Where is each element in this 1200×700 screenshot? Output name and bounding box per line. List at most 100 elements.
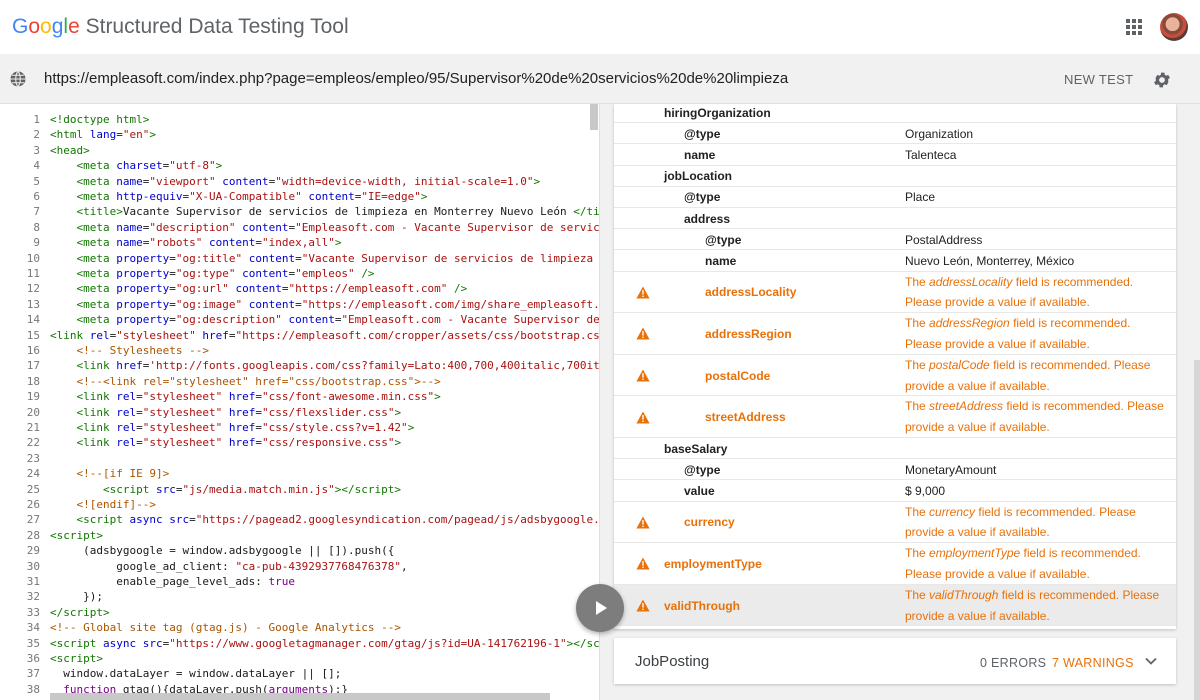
property-row[interactable]: @type MonetaryAmount: [614, 459, 1176, 481]
code-text: <![endif]-->: [76, 498, 156, 511]
property-key: name: [684, 147, 716, 162]
code-line: 15 <link rel="stylesheet" href="https://e…: [0, 328, 600, 343]
line-number: 24: [26, 467, 40, 481]
property-key: @type: [705, 232, 742, 247]
line-number: 12: [26, 282, 40, 296]
property-row[interactable]: name Nuevo León, Monterrey, México: [614, 250, 1176, 272]
warning-row[interactable]: streetAddress The streetAddress field is …: [614, 396, 1176, 438]
code-text: <meta property="og:title" content="Vacan…: [76, 251, 594, 265]
code-text: enable_page_level_ads: true: [50, 575, 296, 588]
line-number: 28: [26, 528, 40, 542]
property-row[interactable]: baseSalary: [614, 438, 1176, 460]
results-panel: hiringOrganization @type Organization name T…: [600, 104, 1200, 700]
results-scrollbar[interactable]: [1194, 360, 1200, 700]
line-number: 11: [26, 267, 40, 280]
summary-title: JobPosting: [635, 653, 710, 670]
top-header: Google Structured Data Testing Tool: [0, 0, 1200, 54]
warning-row[interactable]: addressLocality The addressLocality field…: [614, 272, 1176, 314]
title-letter: o: [40, 15, 52, 38]
chevron-down-icon[interactable]: [1144, 654, 1158, 668]
code-text: <meta property="og:image" content="https…: [76, 297, 600, 311]
warning-row[interactable]: addressRegion The addressRegion field is …: [614, 313, 1176, 355]
code-text: <script src="js/media.match.min.js"></sc…: [102, 482, 402, 496]
title-letter: g: [51, 15, 64, 38]
property-row[interactable]: @type Place: [614, 187, 1176, 208]
code-text: <title>Vacante Supervisor de servicios d…: [76, 205, 600, 219]
code-line: 13 <meta property="og:image" content="ht…: [0, 297, 600, 312]
warning-icon: [636, 369, 650, 382]
line-number: 10: [26, 251, 40, 265]
property-row[interactable]: @type Organization: [614, 123, 1176, 145]
property-row[interactable]: jobLocation: [614, 166, 1176, 187]
warning-message: The validThrough field is recommended. P…: [905, 585, 1165, 627]
warning-message: The currency field is recommended. Pleas…: [905, 502, 1165, 544]
code-text: <meta name="description" content="Emplea…: [76, 220, 600, 234]
code-editor[interactable]: 1 <!doctype html> 2 <html lang="en"> 3 <head>…: [0, 104, 600, 700]
code-text: <meta charset="utf-8">: [76, 159, 223, 173]
property-value: Organization: [905, 126, 974, 141]
line-number: 22: [26, 436, 40, 450]
warning-message: The postalCode field is recommended. Ple…: [905, 355, 1165, 397]
warning-field: employmentType: [929, 546, 1021, 561]
code-scrollbar-horizontal[interactable]: [50, 693, 550, 700]
warning-row[interactable]: validThrough The validThrough field is re…: [614, 584, 1176, 627]
code-text: <link rel="stylesheet" href="css/flexsli…: [76, 405, 402, 419]
property-row[interactable]: address: [614, 208, 1176, 230]
property-value: PostalAddress: [905, 232, 983, 247]
avatar[interactable]: [1160, 13, 1188, 41]
gear-icon[interactable]: [1152, 70, 1172, 90]
line-number: 25: [26, 482, 40, 496]
code-text: <!--<link rel="stylesheet" href="css/boo…: [76, 374, 441, 388]
code-text: <link rel="stylesheet" href="css/style.c…: [76, 421, 415, 434]
code-text: <meta property="og:type" content="empleo…: [76, 267, 375, 280]
apps-grid-icon[interactable]: [1126, 19, 1142, 35]
code-text: <link rel="stylesheet" href="css/font-aw…: [76, 390, 441, 404]
code-text: });: [50, 590, 103, 604]
warning-row[interactable]: currency The currency field is recommende…: [614, 502, 1176, 544]
new-test-button[interactable]: NEW TEST: [1064, 72, 1133, 87]
url-input[interactable]: https://empleasoft.com/index.php?page=em…: [44, 70, 788, 87]
line-number: 35: [26, 636, 40, 650]
code-line: 26 <![endif]-->: [0, 497, 599, 512]
app-title: Google Structured Data Testing Tool: [12, 15, 349, 39]
line-number: 34: [26, 621, 40, 635]
code-text: <script>: [50, 528, 103, 542]
line-number: 7: [33, 205, 40, 219]
code-text: <meta name="robots" content="index,all">: [76, 236, 342, 250]
error-count: 0 ERRORS: [980, 656, 1047, 670]
code-line: 5 <meta name="viewport" content="width=d…: [0, 174, 599, 189]
line-number: 31: [26, 575, 40, 588]
property-key: @type: [684, 126, 721, 141]
property-value: Nuevo León, Monterrey, México: [905, 253, 1075, 268]
warning-message: The addressRegion field is recommended. …: [905, 313, 1165, 355]
property-row[interactable]: name Talenteca: [614, 144, 1176, 166]
code-text: <meta http-equiv="X-UA-Compatible" conte…: [76, 190, 428, 203]
code-line: 24 <!--[if IE 9]>: [0, 466, 599, 481]
warning-icon: [636, 599, 650, 612]
line-number: 16: [26, 344, 40, 357]
title-letter: o: [28, 15, 41, 38]
property-value: $ 9,000: [905, 483, 946, 498]
code-text: <script>: [50, 652, 103, 665]
jobposting-summary[interactable]: JobPosting 0 ERRORS 7 WARNINGS: [614, 638, 1176, 684]
code-line: 36 <script>: [0, 651, 599, 666]
code-line: 35 <script async src="https://www.googlet…: [0, 636, 599, 651]
warning-row[interactable]: employmentType The employmentType field i…: [614, 543, 1176, 585]
code-line: 11 <meta property="og:type" content="emp…: [0, 266, 599, 281]
code-line: 28 <script>: [0, 528, 599, 543]
code-scrollbar-vertical[interactable]: [590, 104, 598, 130]
run-test-button[interactable]: [576, 584, 624, 632]
warning-icon: [636, 286, 650, 299]
warning-icon: [636, 411, 650, 424]
code-text: <link rel="stylesheet" href="https://emp…: [50, 328, 600, 342]
code-line: 3 <head>: [0, 143, 599, 158]
property-key: address: [684, 211, 731, 226]
code-line: 27 <script async src="https://pagead2.go…: [0, 512, 599, 527]
property-row[interactable]: @type PostalAddress: [614, 229, 1176, 251]
code-line: 17 <link href='http://fonts.googleapis.c…: [0, 358, 599, 373]
warning-row[interactable]: postalCode The postalCode field is recomm…: [614, 355, 1176, 397]
property-key: jobLocation: [664, 169, 732, 184]
property-row[interactable]: hiringOrganization: [614, 104, 1176, 124]
property-row[interactable]: value $ 9,000: [614, 480, 1176, 502]
warning-field: postalCode: [929, 357, 990, 372]
